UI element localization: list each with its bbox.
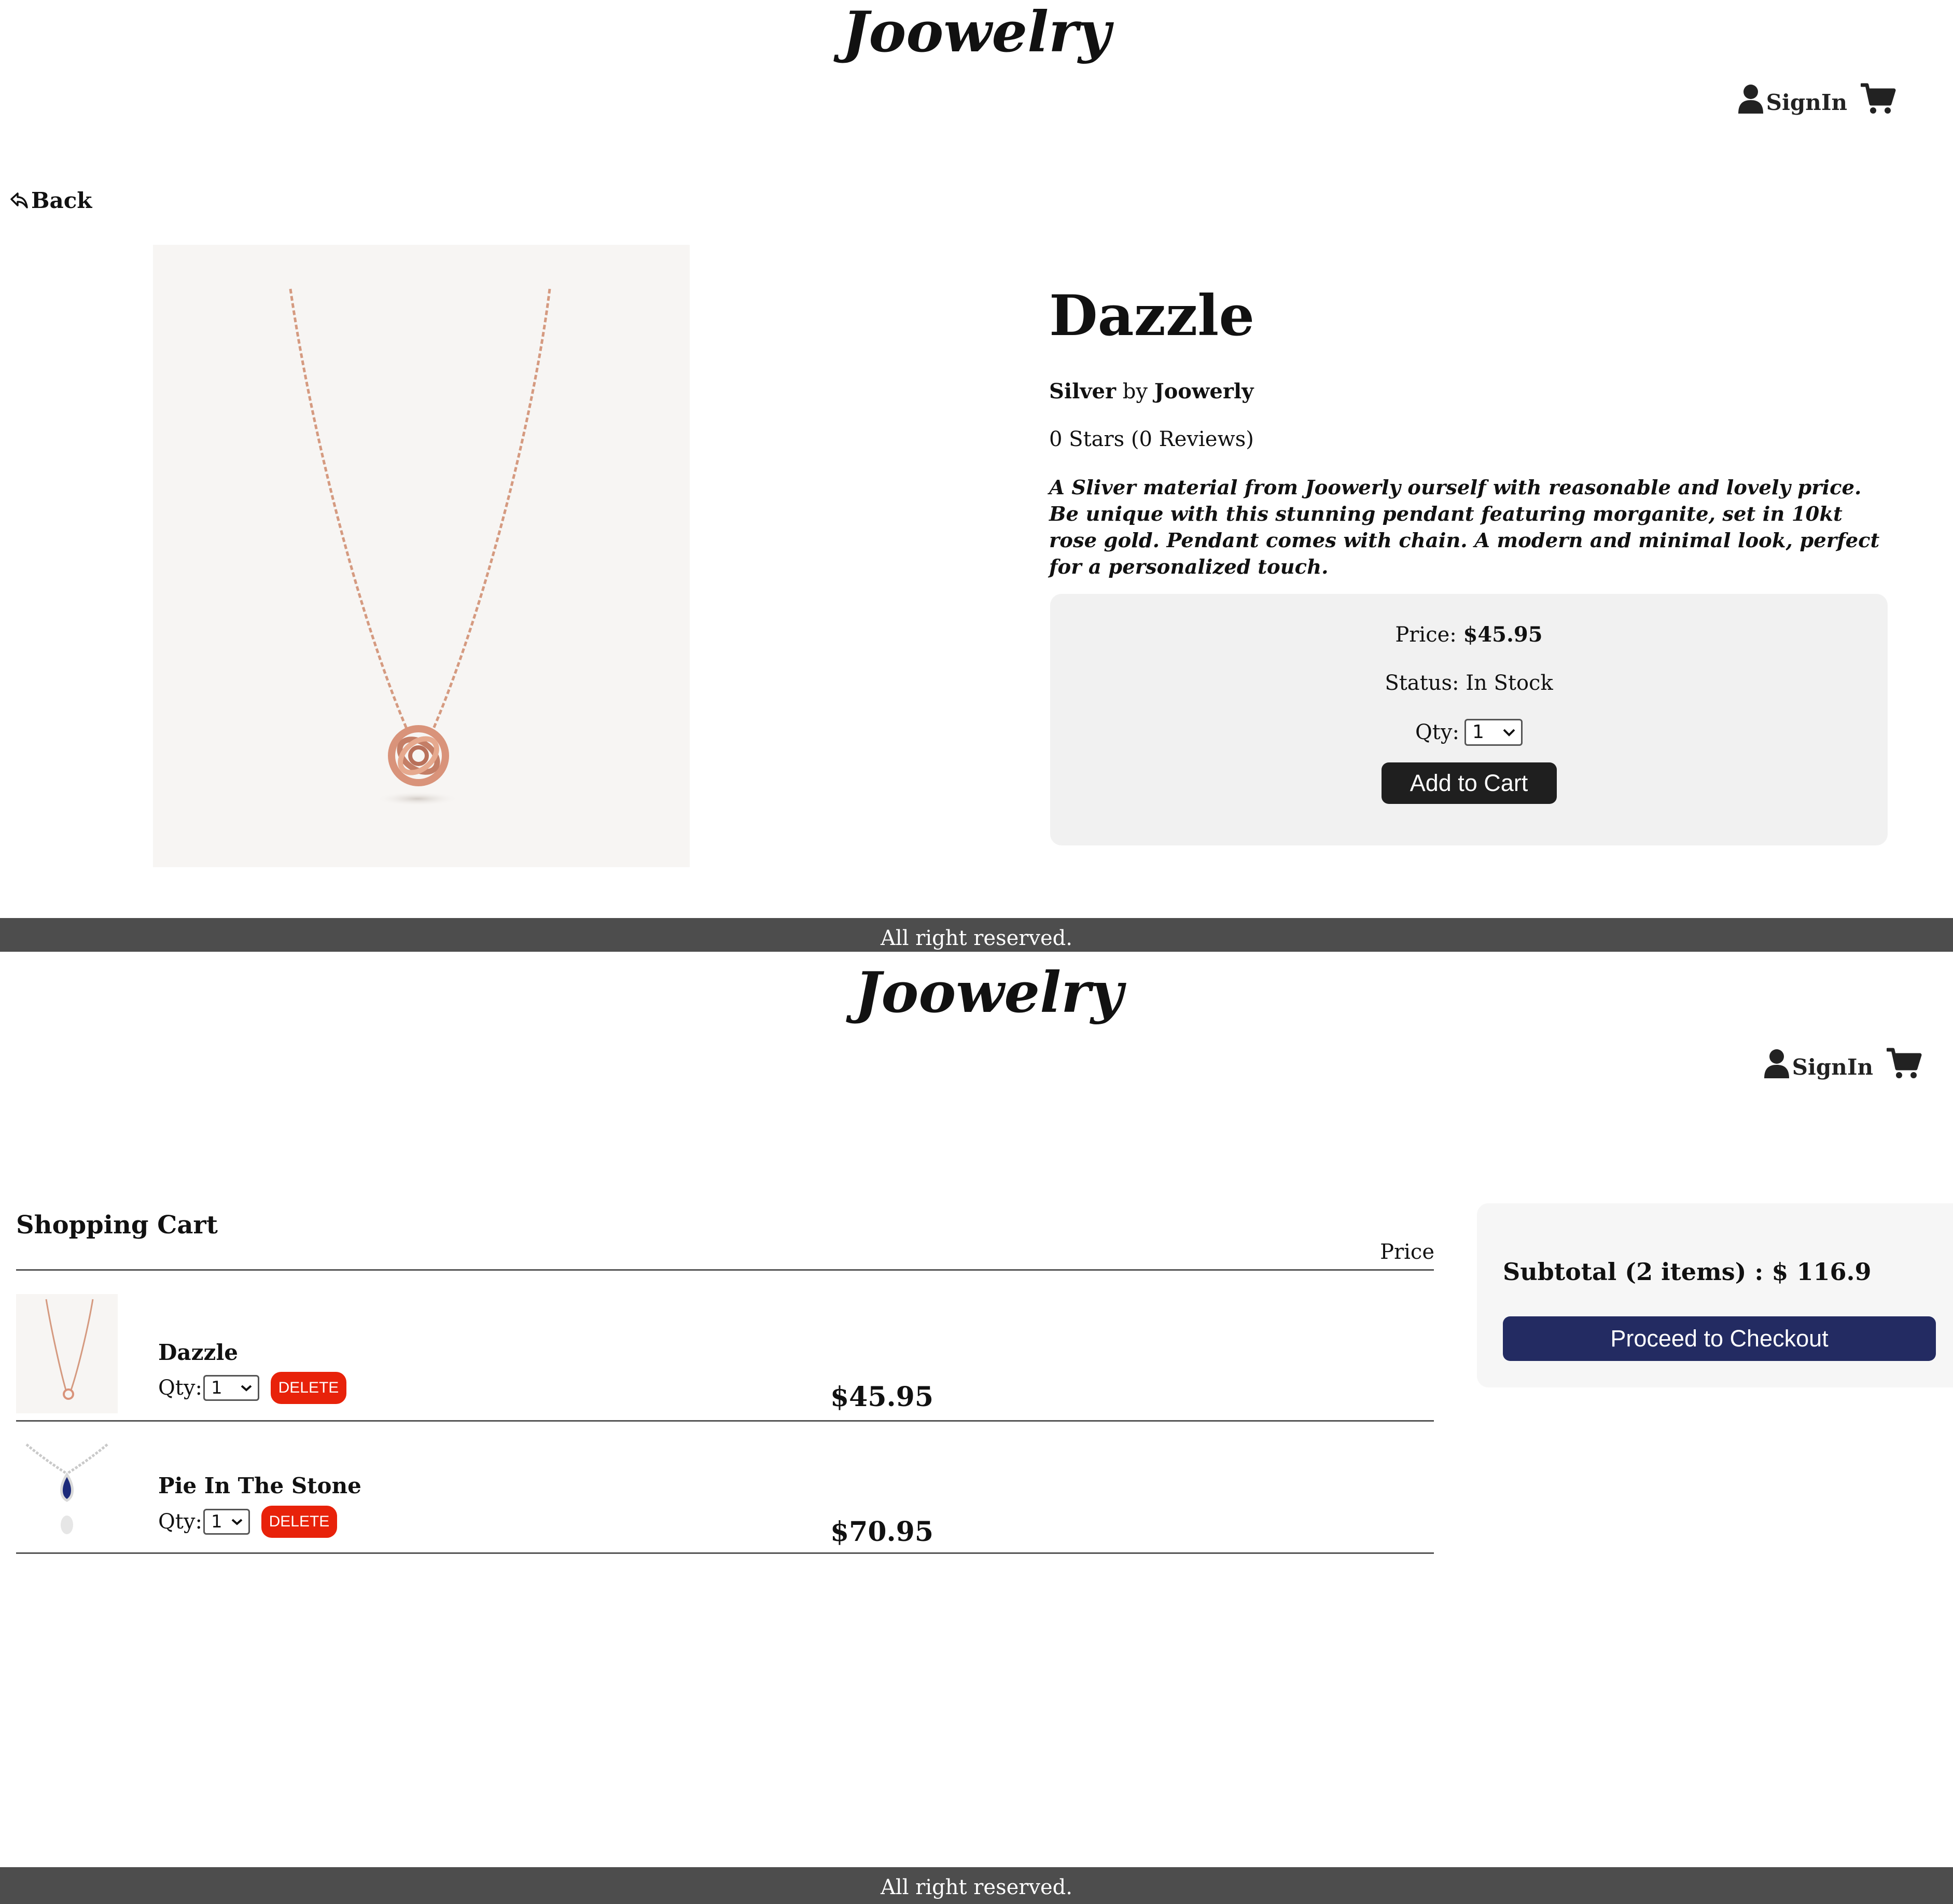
chevron-down-icon bbox=[231, 1518, 243, 1525]
item-price: $70.95 bbox=[830, 1516, 933, 1548]
signin-link[interactable]: SignIn bbox=[1737, 84, 1847, 115]
price-row: Price: $45.95 bbox=[1050, 622, 1888, 647]
item-qty-value: 1 bbox=[211, 1511, 222, 1532]
cart-icon[interactable] bbox=[1886, 1048, 1922, 1080]
chevron-down-icon bbox=[1502, 728, 1516, 736]
product-rating: 0 Stars (0 Reviews) bbox=[1049, 427, 1254, 451]
item-qty-row: Qty: 1 DELETE bbox=[158, 1372, 346, 1404]
footer: All right reserved. bbox=[0, 1867, 1953, 1904]
site-logo[interactable]: Joowelry bbox=[0, 4, 1953, 60]
price-label: Price: bbox=[1395, 623, 1457, 647]
status-value: In Stock bbox=[1466, 671, 1553, 695]
signin-link[interactable]: SignIn bbox=[1763, 1048, 1873, 1079]
price-column-header: Price bbox=[1380, 1240, 1434, 1264]
product-brand-line: Silver by Joowerly bbox=[1049, 379, 1887, 404]
product-brand: Joowerly bbox=[1154, 379, 1254, 404]
item-qty-select[interactable]: 1 bbox=[203, 1509, 250, 1535]
item-qty-row: Qty: 1 DELETE bbox=[158, 1506, 337, 1538]
item-divider bbox=[16, 1420, 1434, 1422]
item-qty-value: 1 bbox=[211, 1378, 222, 1398]
back-link[interactable]: Back bbox=[9, 188, 92, 213]
qty-label: Qty: bbox=[1415, 720, 1459, 744]
product-material: Silver bbox=[1049, 379, 1117, 404]
signin-label: SignIn bbox=[1792, 1054, 1873, 1080]
brand-connector: by bbox=[1122, 379, 1148, 404]
qty-row: Qty: 1 bbox=[1050, 719, 1888, 746]
order-summary: Subtotal (2 items) : $ 116.9 Proceed to … bbox=[1477, 1203, 1953, 1387]
rose-gold-knot-necklace-icon bbox=[45, 1299, 94, 1400]
item-thumbnail[interactable] bbox=[16, 1429, 118, 1548]
back-arrow-icon bbox=[9, 192, 29, 210]
product-description: A Sliver material from Joowerly ourself … bbox=[1049, 476, 1880, 579]
subtotal: Subtotal (2 items) : $ 116.9 bbox=[1503, 1258, 1872, 1286]
price-value: $45.95 bbox=[1463, 622, 1543, 647]
user-icon bbox=[1737, 84, 1764, 115]
product-image bbox=[153, 245, 690, 867]
delete-button[interactable]: DELETE bbox=[270, 1372, 346, 1404]
status-row: Status: In Stock bbox=[1050, 671, 1888, 696]
item-name[interactable]: Dazzle bbox=[158, 1340, 238, 1365]
item-thumbnail[interactable] bbox=[16, 1294, 118, 1413]
sapphire-pendant-necklace-icon bbox=[25, 1443, 108, 1534]
user-icon bbox=[1763, 1048, 1790, 1079]
product-page: Joowelry SignIn Back Dazzle Silver by Jo… bbox=[0, 0, 1953, 952]
cart-page: Joowelry SignIn Shopping Cart Price Dazz… bbox=[0, 952, 1953, 1904]
status-label: Status: bbox=[1385, 671, 1459, 695]
item-price: $45.95 bbox=[830, 1381, 933, 1413]
header-divider bbox=[16, 1269, 1434, 1271]
header-nav: SignIn bbox=[1737, 83, 1896, 115]
delete-button[interactable]: DELETE bbox=[261, 1506, 337, 1538]
cart-item: Pie In The Stone Qty: 1 DELETE $70.95 bbox=[0, 1429, 1452, 1559]
back-label: Back bbox=[31, 188, 92, 213]
item-qty-label: Qty: bbox=[158, 1376, 202, 1400]
rose-gold-knot-necklace-icon bbox=[289, 288, 551, 806]
item-divider bbox=[16, 1552, 1434, 1554]
qty-select-value: 1 bbox=[1472, 721, 1484, 743]
footer: All right reserved. bbox=[0, 918, 1953, 952]
signin-label: SignIn bbox=[1766, 90, 1847, 115]
add-to-cart-button[interactable]: Add to Cart bbox=[1381, 762, 1557, 804]
checkout-button[interactable]: Proceed to Checkout bbox=[1503, 1316, 1936, 1361]
cart-heading: Shopping Cart bbox=[16, 1211, 218, 1240]
item-qty-select[interactable]: 1 bbox=[203, 1375, 259, 1401]
header-nav: SignIn bbox=[1763, 1048, 1922, 1080]
site-logo[interactable]: Joowelry bbox=[12, 965, 1953, 1021]
product-title: Dazzle bbox=[1049, 283, 1255, 349]
chevron-down-icon bbox=[240, 1384, 253, 1392]
qty-select[interactable]: 1 bbox=[1464, 719, 1523, 746]
item-qty-label: Qty: bbox=[158, 1510, 202, 1534]
cart-icon[interactable] bbox=[1860, 83, 1896, 115]
buy-box: Price: $45.95 Status: In Stock Qty: 1 Ad… bbox=[1050, 594, 1888, 845]
product-info: Dazzle Silver by Joowerly 0 Stars (0 Rev… bbox=[1049, 285, 1887, 580]
cart-item: Dazzle Qty: 1 DELETE $45.95 bbox=[0, 1294, 1452, 1424]
item-name[interactable]: Pie In The Stone bbox=[158, 1473, 361, 1498]
